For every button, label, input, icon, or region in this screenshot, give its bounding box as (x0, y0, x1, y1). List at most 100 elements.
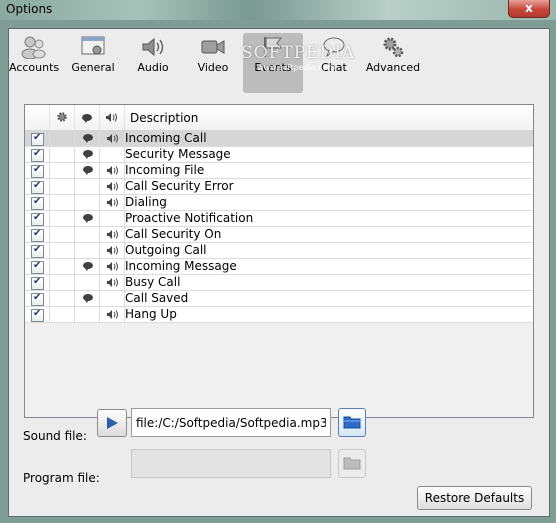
enabled-cell[interactable] (25, 179, 50, 194)
sound-cell[interactable] (100, 291, 125, 306)
sound-cell[interactable] (100, 227, 125, 242)
program-cell[interactable] (50, 179, 75, 194)
header-sound[interactable] (100, 105, 125, 130)
table-row[interactable]: Proactive Notification (25, 211, 533, 227)
close-button[interactable]: x (508, 0, 550, 18)
sound-cell[interactable] (100, 275, 125, 290)
enabled-cell[interactable] (25, 195, 50, 210)
enabled-cell[interactable] (25, 259, 50, 274)
popup-cell[interactable] (75, 275, 100, 290)
table-row[interactable]: Dialing (25, 195, 533, 211)
sound-cell[interactable] (100, 243, 125, 258)
header-description[interactable]: Description (125, 105, 532, 130)
enabled-checkbox[interactable] (31, 244, 44, 258)
tab-label: Video (197, 61, 229, 74)
enabled-checkbox[interactable] (31, 292, 44, 306)
enabled-cell[interactable] (25, 243, 50, 258)
sound-file-input[interactable] (134, 409, 328, 436)
table-row[interactable]: Security Message (25, 147, 533, 163)
program-cell[interactable] (50, 227, 75, 242)
enabled-cell[interactable] (25, 163, 50, 178)
enabled-cell[interactable] (25, 147, 50, 162)
table-row[interactable]: Hang Up (25, 307, 533, 323)
table-row[interactable]: Incoming Call (25, 131, 533, 147)
table-row[interactable]: Incoming Message (25, 259, 533, 275)
play-sound-button[interactable] (97, 409, 127, 437)
popup-cell[interactable] (75, 291, 100, 306)
folder-icon (343, 416, 361, 429)
enabled-checkbox[interactable] (31, 260, 44, 274)
popup-cell[interactable] (75, 307, 100, 322)
speaker-icon (107, 134, 118, 143)
tab-audio[interactable]: Audio (133, 33, 173, 93)
enabled-checkbox[interactable] (31, 196, 44, 210)
program-cell[interactable] (50, 259, 75, 274)
program-cell[interactable] (50, 195, 75, 210)
sound-cell[interactable] (100, 195, 125, 210)
enabled-checkbox[interactable] (31, 276, 44, 290)
enabled-checkbox[interactable] (31, 180, 44, 194)
sound-cell[interactable] (100, 179, 125, 194)
enabled-cell[interactable] (25, 291, 50, 306)
table-row[interactable]: Outgoing Call (25, 243, 533, 259)
sound-cell[interactable] (100, 211, 125, 226)
sound-cell[interactable] (100, 259, 125, 274)
program-cell[interactable] (50, 275, 75, 290)
popup-cell[interactable] (75, 163, 100, 178)
program-cell[interactable] (50, 147, 75, 162)
enabled-checkbox[interactable] (31, 148, 44, 162)
events-table: Description Incoming Call Security Messag… (24, 104, 534, 418)
enabled-cell[interactable] (25, 275, 50, 290)
enabled-cell[interactable] (25, 131, 50, 146)
table-row[interactable]: Call Security On (25, 227, 533, 243)
enabled-checkbox[interactable] (31, 132, 44, 146)
enabled-checkbox[interactable] (31, 228, 44, 242)
enabled-cell[interactable] (25, 307, 50, 322)
table-row[interactable]: Call Security Error (25, 179, 533, 195)
enabled-cell[interactable] (25, 211, 50, 226)
browse-sound-button[interactable] (338, 408, 366, 437)
watermark: SOFTPEDIA (241, 43, 356, 63)
popup-cell[interactable] (75, 243, 100, 258)
sound-cell[interactable] (100, 147, 125, 162)
popup-cell[interactable] (75, 131, 100, 146)
sound-file-label: Sound file: (23, 429, 87, 443)
popup-cell[interactable] (75, 227, 100, 242)
sound-cell[interactable] (100, 307, 125, 322)
header-enabled[interactable] (25, 105, 50, 130)
table-row[interactable]: Call Saved (25, 291, 533, 307)
speaker-icon (107, 166, 118, 175)
speaker-icon (107, 262, 118, 271)
table-row[interactable]: Incoming File (25, 163, 533, 179)
popup-cell[interactable] (75, 195, 100, 210)
speaker-icon (107, 310, 118, 319)
enabled-checkbox[interactable] (31, 308, 44, 322)
header-program[interactable] (50, 105, 75, 130)
tab-accounts[interactable]: Accounts (9, 33, 59, 93)
tab-general[interactable]: General (69, 33, 117, 93)
enabled-checkbox[interactable] (31, 212, 44, 226)
program-cell[interactable] (50, 243, 75, 258)
sound-cell[interactable] (100, 131, 125, 146)
popup-cell[interactable] (75, 259, 100, 274)
program-cell[interactable] (50, 211, 75, 226)
program-cell[interactable] (50, 163, 75, 178)
program-cell[interactable] (50, 307, 75, 322)
tab-video[interactable]: Video (193, 33, 233, 93)
browse-program-button[interactable] (338, 449, 366, 478)
enabled-checkbox[interactable] (31, 164, 44, 178)
tab-advanced[interactable]: Advanced (365, 33, 421, 93)
enabled-cell[interactable] (25, 227, 50, 242)
popup-cell[interactable] (75, 147, 100, 162)
sound-file-field[interactable] (131, 408, 331, 437)
popup-cell[interactable] (75, 179, 100, 194)
sound-cell[interactable] (100, 163, 125, 178)
popup-cell[interactable] (75, 211, 100, 226)
table-row[interactable]: Busy Call (25, 275, 533, 291)
program-cell[interactable] (50, 131, 75, 146)
program-file-field[interactable] (131, 449, 331, 478)
restore-defaults-button[interactable]: Restore Defaults (417, 486, 532, 510)
program-file-input[interactable] (134, 450, 328, 477)
header-popup[interactable] (75, 105, 100, 130)
program-cell[interactable] (50, 291, 75, 306)
